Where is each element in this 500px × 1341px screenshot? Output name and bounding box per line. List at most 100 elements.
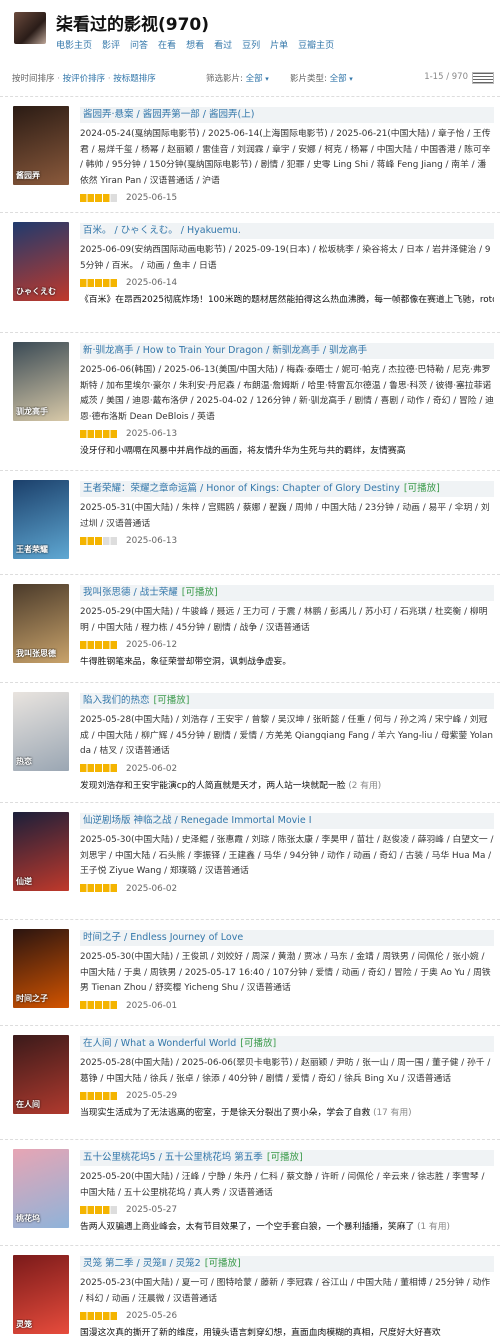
item-intro: 2025-05-30(中国大陆) / 王俊凯 / 刘姣好 / 周深 / 黄渤 /… — [80, 952, 491, 993]
item-title-link[interactable]: 百米。 / ひゃくえむ。 / Hyakuemu. — [83, 225, 241, 236]
item-info: 五十公里桃花坞5 / 五十公里桃花坞 第五季 [可播放] 2025-05-20(中国… — [80, 1150, 494, 1235]
filter-bar: 按时间排序 · 按评价排序 · 按标题排序 筛选影片: 全部 ▾ 影片类型: 全… — [12, 72, 494, 86]
watched-date: 2025-05-27 — [126, 1205, 178, 1215]
item-title-bar: 酱园弄·悬案 / 酱园弄第一部 / 酱园弄(上) — [80, 107, 494, 123]
poster-caption: 酱园弄 — [16, 171, 40, 180]
item-info: 王者荣耀：荣耀之章命运篇 / Honor of Kings: Chapter o… — [80, 481, 494, 548]
rating-row: 2025-06-15 — [80, 191, 494, 205]
poster-image[interactable]: 酱园弄 — [13, 106, 69, 185]
poster-image[interactable]: 桃花坞 — [13, 1149, 69, 1228]
star-rating-fill — [80, 764, 118, 772]
sort-by-title[interactable]: 按标题排序 — [113, 74, 156, 84]
star-rating — [80, 1001, 118, 1009]
playable-badge: [可播放] — [181, 587, 218, 598]
item-title-link[interactable]: 陷入我们的热恋 — [83, 695, 150, 706]
comment-votes[interactable]: (1 有用) — [417, 1222, 450, 1232]
item-intro: 2025-05-29(中国大陆) / 牛骏峰 / 聂远 / 王力可 / 于震 /… — [80, 607, 488, 633]
list-view-icon[interactable] — [472, 72, 494, 84]
type-filter-label: 影片类型: — [290, 74, 327, 84]
nav-doulist[interactable]: 豆列 — [242, 38, 260, 51]
item-info: 我叫张思德 / 战士荣耀 [可播放] 2025-05-29(中国大陆) / 牛骏峰 … — [80, 585, 494, 670]
star-rating — [80, 536, 118, 545]
sort-by-time[interactable]: 按时间排序 — [12, 74, 55, 84]
item-intro: 2025-05-20(中国大陆) / 汪峰 / 宁静 / 朱丹 / 仁科 / 蔡… — [80, 1172, 485, 1198]
item-intro: 2025-05-23(中国大陆) / 夏一可 / 图特哈蒙 / 藤新 / 李冠霖… — [80, 1278, 491, 1304]
nav-wish[interactable]: 想看 — [186, 38, 204, 51]
rating-row: 2025-05-26 — [80, 1309, 494, 1323]
nav-movie-home[interactable]: 电影主页 — [56, 38, 92, 51]
list-item: 时间之子 时间之子 / Endless Journey of Love 2025-0… — [0, 919, 500, 1026]
poster-caption: 桃花坞 — [16, 1214, 40, 1223]
type-filter-select[interactable]: 全部 ▾ — [330, 74, 353, 84]
item-title-bar: 王者荣耀：荣耀之章命运篇 / Honor of Kings: Chapter o… — [80, 481, 494, 497]
nav-playlist[interactable]: 片单 — [270, 38, 288, 51]
item-info: 时间之子 / Endless Journey of Love 2025-05-30… — [80, 930, 494, 1013]
poster-image[interactable]: 仙逆 — [13, 812, 69, 891]
star-rating-fill — [80, 193, 111, 202]
poster-caption: 时间之子 — [16, 994, 48, 1003]
playable-badge: [可播放] — [266, 1152, 303, 1163]
star-rating-fill — [80, 640, 118, 649]
avatar[interactable] — [14, 12, 46, 44]
item-title-link[interactable]: 灵笼 第二季 / 灵笼Ⅱ / 灵笼2 — [83, 1258, 201, 1269]
rating-row: 2025-05-27 — [80, 1203, 494, 1217]
page-header: 柒看过的影视(970) 电影主页 影评 问答 在看 想看 看过 豆列 片单 豆瓣… — [14, 8, 494, 51]
rating-row: 2025-06-14 — [80, 276, 494, 290]
item-title-link[interactable]: 在人间 / What a Wonderful World — [83, 1038, 236, 1049]
watched-date: 2025-06-14 — [126, 278, 178, 288]
item-title-link[interactable]: 时间之子 / Endless Journey of Love — [83, 932, 243, 943]
nav-watched[interactable]: 看过 — [214, 38, 232, 51]
list-item: 热恋 陷入我们的热恋 [可播放] 2025-05-28(中国大陆) / 刘浩存 / 王… — [0, 682, 500, 803]
list-item: 酱园弄 酱园弄·悬案 / 酱园弄第一部 / 酱园弄(上) 2024-05-24(戛纳… — [0, 96, 500, 213]
nav-watching[interactable]: 在看 — [158, 38, 176, 51]
poster-caption: ひゃくえむ — [16, 287, 56, 296]
short-comment: 牛得胜钢笔来品，象征荣誉却带空洞，讽刺战争虚妄。 — [80, 655, 494, 670]
star-rating — [80, 1311, 118, 1320]
nav-qa[interactable]: 问答 — [130, 38, 148, 51]
item-intro: 2025-05-28(中国大陆) / 2025-06-06(翠贝卡电影节) / … — [80, 1058, 491, 1084]
poster-image[interactable]: 驯龙高手 — [13, 342, 69, 421]
movie-nav: 电影主页 影评 问答 在看 想看 看过 豆列 片单 豆瓣主页 — [56, 38, 334, 51]
comment-votes[interactable]: (17 有用) — [373, 1108, 411, 1118]
item-title-link[interactable]: 仙逆剧场版 神临之战 / Renegade Immortal Movie Ⅰ — [83, 815, 312, 826]
short-comment: 告两人双骗遇上商业峰会，太有节目效果了，一个空手套白狼，一个暴利插播，笑麻了 (… — [80, 1220, 494, 1235]
sort-by-rating[interactable]: 按评价排序 — [63, 74, 106, 84]
comment-votes[interactable]: (2 有用) — [348, 781, 381, 791]
list-item: ひゃくえむ 百米。 / ひゃくえむ。 / Hyakuemu. 2025-06-09(… — [0, 212, 500, 333]
watched-date: 2025-05-29 — [126, 1091, 178, 1101]
star-rating — [80, 1091, 118, 1100]
item-info: 酱园弄·悬案 / 酱园弄第一部 / 酱园弄(上) 2024-05-24(戛纳国际电… — [80, 107, 494, 205]
poster-image[interactable]: 在人间 — [13, 1035, 69, 1114]
watched-date: 2025-06-02 — [126, 883, 178, 894]
poster-image[interactable]: 灵笼 — [13, 1255, 69, 1334]
playable-badge: [可播放] — [240, 1038, 277, 1049]
item-title-link[interactable]: 五十公里桃花坞5 / 五十公里桃花坞 第五季 — [83, 1152, 263, 1163]
star-rating-fill — [80, 1205, 111, 1214]
nav-reviews[interactable]: 影评 — [102, 38, 120, 51]
star-rating — [80, 884, 118, 892]
playable-badge: [可播放] — [204, 1258, 241, 1269]
nav-douban-home[interactable]: 豆瓣主页 — [298, 38, 334, 51]
item-title-link[interactable]: 新·驯龙高手 / How to Train Your Dragon / 新驯龙高… — [83, 345, 367, 356]
item-title-link[interactable]: 酱园弄·悬案 / 酱园弄第一部 / 酱园弄(上) — [83, 109, 254, 120]
poster-image[interactable]: 热恋 — [13, 692, 69, 771]
item-info: 灵笼 第二季 / 灵笼Ⅱ / 灵笼2 [可播放] 2025-05-23(中国大陆) … — [80, 1256, 494, 1341]
watched-date: 2025-06-12 — [126, 640, 178, 650]
page-title: 柒看过的影视(970) — [56, 15, 210, 35]
poster-image[interactable]: 我叫张思德 — [13, 584, 69, 663]
comment-text: 当现实生活成为了无法逃离的密室，于是徐天分裂出了贾小朵，学会了自救 — [80, 1108, 371, 1118]
item-info: 在人间 / What a Wonderful World [可播放] 2025-05… — [80, 1036, 494, 1121]
watched-date: 2025-06-13 — [126, 536, 178, 546]
movie-filter-select[interactable]: 全部 ▾ — [246, 74, 269, 84]
poster-image[interactable]: ひゃくえむ — [13, 222, 69, 301]
star-rating — [80, 193, 118, 202]
poster-image[interactable]: 王者荣耀 — [13, 480, 69, 559]
item-title-link[interactable]: 王者荣耀：荣耀之章命运篇 / Honor of Kings: Chapter o… — [83, 483, 400, 494]
star-rating — [80, 764, 118, 772]
result-count: 1-15 / 970 — [424, 72, 468, 82]
item-title-link[interactable]: 我叫张思德 / 战士荣耀 — [83, 587, 178, 598]
star-rating-fill — [80, 1311, 118, 1320]
poster-image[interactable]: 时间之子 — [13, 929, 69, 1008]
chevron-down-icon: ▾ — [265, 75, 269, 83]
poster-caption: 灵笼 — [16, 1320, 32, 1329]
